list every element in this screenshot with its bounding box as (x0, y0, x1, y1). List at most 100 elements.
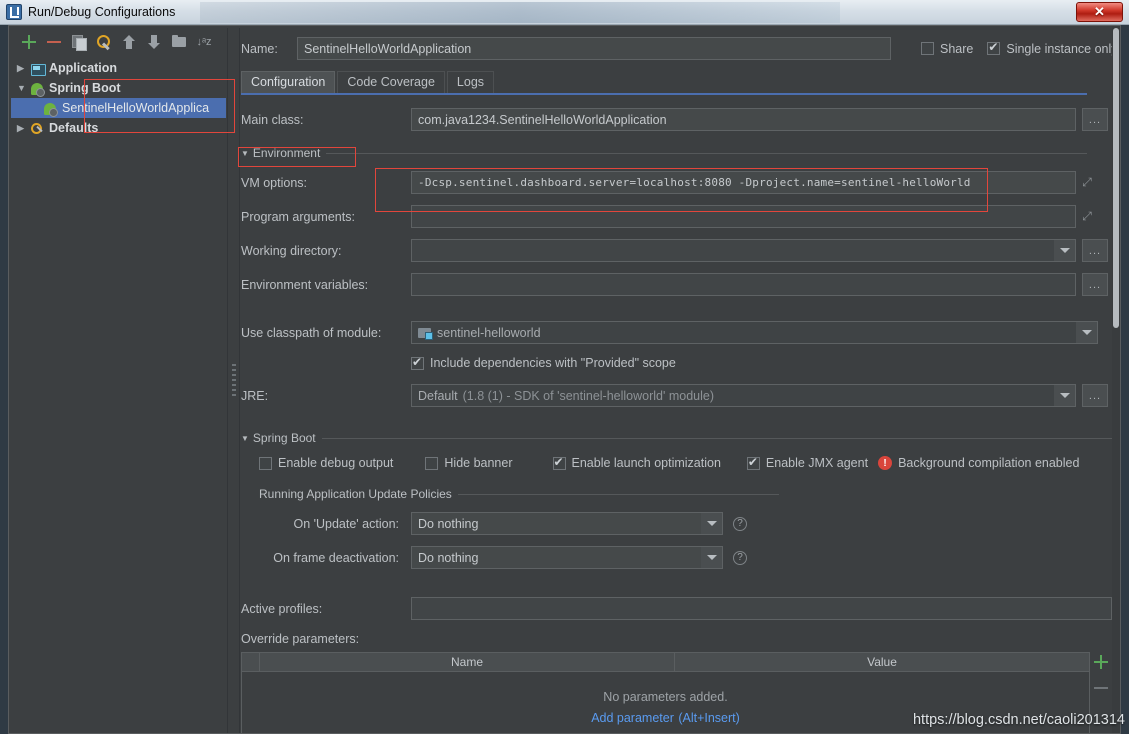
main-class-label: Main class: (241, 112, 304, 127)
module-icon (418, 326, 433, 340)
application-icon (30, 61, 46, 76)
on-update-action-dropdown-button[interactable] (701, 512, 723, 535)
scrollbar-thumb[interactable] (1113, 28, 1119, 328)
move-up-icon[interactable] (121, 34, 137, 50)
include-provided-scope-label: Include dependencies with "Provided" sco… (430, 356, 676, 370)
table-header-row: Name Value (241, 652, 1090, 672)
enable-jmx-agent-label: Enable JMX agent (765, 456, 869, 470)
enable-jmx-agent-checkbox[interactable]: Enable JMX agent (746, 455, 869, 470)
chevron-down-icon (1081, 330, 1092, 335)
classpath-module-value: sentinel-helloworld (437, 325, 541, 340)
enable-launch-optimization-checkbox-box[interactable] (552, 455, 566, 470)
edit-templates-icon[interactable] (96, 34, 112, 50)
on-update-action-help-icon[interactable]: ? (733, 516, 747, 531)
splitter-grip[interactable] (232, 364, 236, 398)
main-panel-divider (239, 28, 240, 733)
tree-item-spring-boot[interactable]: ▼ Spring Boot (11, 78, 226, 98)
share-checkbox[interactable]: Share (921, 42, 973, 56)
new-folder-icon[interactable] (171, 34, 187, 50)
intellij-idea-icon (6, 4, 22, 20)
enable-launch-optimization-checkbox[interactable]: Enable launch optimization (552, 455, 721, 470)
working-directory-dropdown-button[interactable] (1054, 239, 1076, 262)
chevron-down-icon[interactable]: ▼ (241, 434, 249, 443)
chevron-down-icon (1059, 393, 1070, 398)
chevron-down-icon (1059, 248, 1070, 253)
move-down-icon[interactable] (146, 34, 162, 50)
enable-debug-output-checkbox[interactable]: Enable debug output (259, 456, 393, 470)
program-arguments-expand-icon[interactable]: ⤢ (1076, 205, 1098, 228)
working-directory-label: Working directory: (241, 243, 342, 258)
single-instance-checkbox-box[interactable] (987, 40, 1001, 55)
error-icon: ! (878, 456, 893, 470)
hide-banner-checkbox-box[interactable] (425, 456, 439, 470)
environment-variables-label: Environment variables: (241, 277, 369, 292)
environment-group-header[interactable]: ▼ Environment (241, 146, 1087, 160)
on-update-action-select[interactable]: Do nothing (411, 512, 701, 535)
configurations-tree: ▶ Application ▼ Spring Boot SentinelHell… (11, 55, 226, 138)
working-directory-input[interactable] (411, 239, 1054, 262)
tree-item-sentinel-helloworld-application[interactable]: SentinelHelloWorldApplica (11, 98, 226, 118)
add-parameter-button[interactable] (1093, 654, 1109, 670)
group-divider-line (321, 437, 1112, 439)
environment-variables-input[interactable] (411, 273, 1076, 296)
tab-configuration[interactable]: Configuration (241, 71, 336, 93)
environment-variables-browse-button[interactable]: ... (1082, 273, 1108, 296)
jre-dropdown-button[interactable] (1054, 384, 1076, 407)
single-instance-label: Single instance only (1006, 41, 1118, 56)
program-arguments-input[interactable] (411, 205, 1076, 228)
on-frame-deactivation-help-icon[interactable]: ? (733, 550, 747, 565)
update-policies-group-header: Running Application Update Policies (259, 487, 779, 501)
add-parameter-link[interactable]: Add parameter (591, 711, 674, 725)
main-class-input[interactable]: com.java1234.SentinelHelloWorldApplicati… (411, 108, 1076, 131)
vm-options-expand-icon[interactable]: ⤢ (1076, 171, 1098, 194)
jre-label: JRE: (241, 388, 269, 403)
share-checkbox-box[interactable] (921, 42, 934, 55)
single-instance-checkbox[interactable]: Single instance only (987, 40, 1118, 56)
include-provided-scope-checkbox-box[interactable] (411, 355, 424, 370)
expand-arrow-icon[interactable]: ▶ (17, 58, 30, 78)
sort-alphabetically-icon[interactable]: ↓ᵃz (196, 34, 212, 50)
jre-browse-button[interactable]: ... (1082, 384, 1108, 407)
name-input[interactable]: SentinelHelloWorldApplication (297, 37, 891, 60)
chevron-down-icon (706, 521, 717, 526)
tree-item-application[interactable]: ▶ Application (11, 58, 226, 78)
tree-item-defaults[interactable]: ▶ Defaults (11, 118, 226, 138)
empty-state-message: No parameters added. (603, 690, 728, 704)
update-policies-group-title: Running Application Update Policies (259, 487, 452, 501)
on-frame-deactivation-select[interactable]: Do nothing (411, 546, 701, 569)
add-icon[interactable] (21, 34, 37, 50)
spring-boot-group-header[interactable]: ▼ Spring Boot (241, 431, 1112, 445)
active-profiles-input[interactable] (411, 597, 1112, 620)
vm-options-input[interactable]: -Dcsp.sentinel.dashboard.server=localhos… (411, 171, 1076, 194)
classpath-module-select[interactable]: sentinel-helloworld (411, 321, 1076, 344)
window-titlebar: Run/Debug Configurations ✕ (0, 0, 1129, 25)
add-parameter-row: Add parameter (Alt+Insert) (591, 709, 740, 727)
on-frame-deactivation-dropdown-button[interactable] (701, 546, 723, 569)
column-header-name[interactable]: Name (260, 653, 674, 671)
collapse-arrow-icon[interactable]: ▼ (17, 78, 30, 98)
tree-item-label: Defaults (49, 121, 99, 135)
tab-code-coverage[interactable]: Code Coverage (337, 71, 445, 93)
expand-arrow-icon[interactable]: ▶ (17, 118, 30, 138)
jre-value-detail: (1.8 (1) - SDK of 'sentinel-helloworld' … (462, 388, 715, 403)
hide-banner-checkbox[interactable]: Hide banner (425, 456, 513, 470)
table-row-gutter (242, 653, 260, 671)
include-provided-scope-checkbox[interactable]: Include dependencies with "Provided" sco… (411, 355, 1119, 370)
classpath-module-dropdown-button[interactable] (1076, 321, 1098, 344)
jre-select[interactable]: Default (1.8 (1) - SDK of 'sentinel-hell… (411, 384, 1054, 407)
close-button[interactable]: ✕ (1076, 2, 1123, 22)
main-class-browse-button[interactable]: ... (1082, 108, 1108, 131)
tab-logs[interactable]: Logs (446, 71, 495, 93)
chevron-down-icon[interactable]: ▼ (241, 149, 249, 158)
dialog-scrollbar[interactable] (1112, 26, 1120, 733)
spring-boot-icon (43, 101, 58, 117)
enable-jmx-agent-checkbox-box[interactable] (746, 455, 760, 470)
remove-icon[interactable] (46, 34, 62, 50)
background-compilation-warning-text: Background compilation enabled (898, 456, 1080, 470)
classpath-module-label: Use classpath of module: (241, 325, 382, 340)
column-header-value[interactable]: Value (674, 653, 1089, 671)
remove-parameter-button[interactable] (1093, 680, 1109, 696)
working-directory-browse-button[interactable]: ... (1082, 239, 1108, 262)
copy-icon[interactable] (71, 34, 87, 51)
enable-debug-output-checkbox-box[interactable] (259, 456, 272, 470)
